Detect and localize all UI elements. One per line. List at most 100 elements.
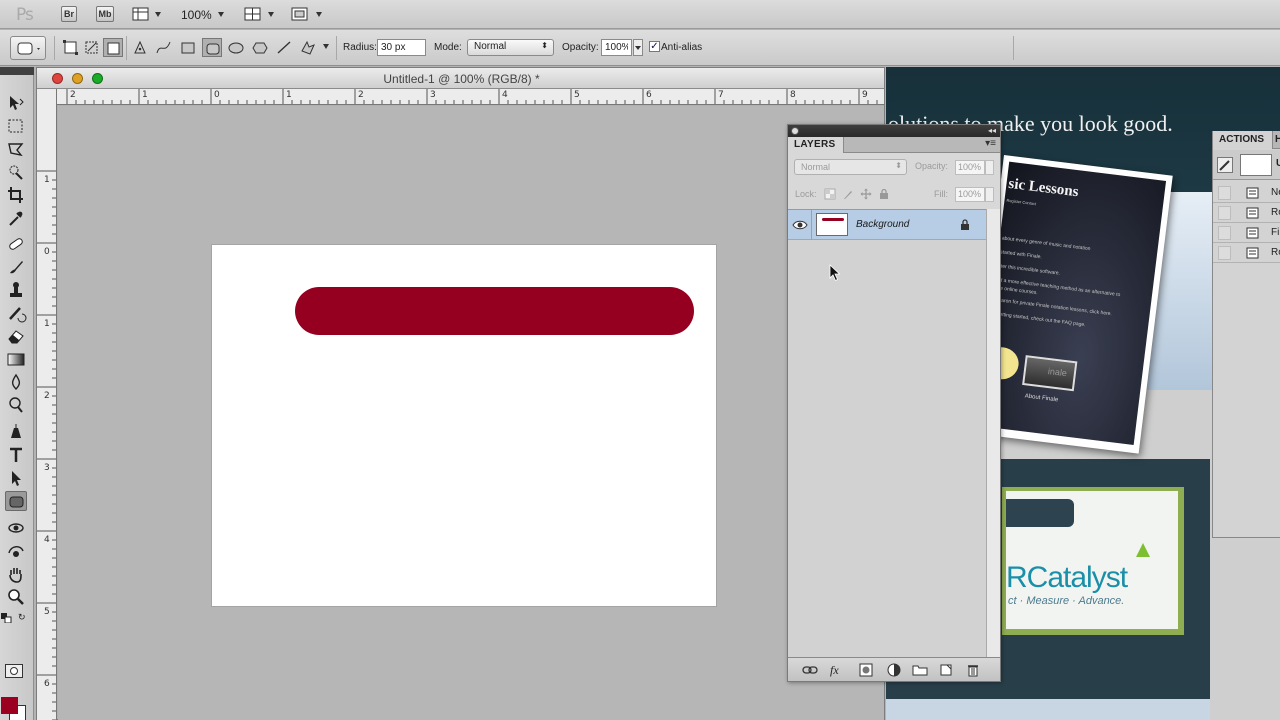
pen-tool-icon[interactable] — [5, 422, 27, 442]
layer-opacity-input[interactable]: 100% — [955, 160, 985, 175]
delete-layer-trash-icon[interactable] — [965, 663, 981, 677]
rounded-rectangle-shape[interactable] — [295, 287, 694, 335]
rounded-rectangle-option-icon[interactable] — [202, 38, 222, 57]
action-toggle-checkbox[interactable] — [1218, 246, 1231, 260]
view-extras-dropdown-icon[interactable] — [155, 12, 161, 17]
brush-tool-icon[interactable] — [5, 257, 27, 277]
eyedropper-tool-icon[interactable] — [5, 208, 27, 228]
swap-colors-icon[interactable]: ↻ — [18, 612, 28, 622]
dodge-tool-icon[interactable] — [5, 395, 27, 415]
brush-preset-icon[interactable] — [1217, 157, 1233, 173]
crop-tool-icon[interactable] — [5, 185, 27, 205]
default-colors-icon[interactable] — [1, 613, 13, 624]
layers-panel-titlebar[interactable]: ◂◂ — [788, 125, 1000, 137]
ellipse-option-icon[interactable] — [226, 38, 246, 57]
antialias-checkbox[interactable]: ✓ — [649, 41, 660, 52]
layer-thumbnail[interactable] — [816, 213, 848, 236]
canvas-area[interactable] — [58, 106, 884, 720]
mode-select[interactable]: Normal ⬍ — [467, 39, 554, 56]
new-group-folder-icon[interactable] — [912, 663, 928, 677]
hand-tool-icon[interactable] — [5, 564, 27, 584]
clone-stamp-tool-icon[interactable] — [5, 280, 27, 300]
layer-name[interactable]: Background — [856, 219, 909, 230]
document-canvas[interactable] — [212, 245, 716, 606]
lasso-tool-icon[interactable] — [5, 139, 27, 159]
fill-dropdown-icon[interactable] — [985, 187, 994, 202]
add-layer-mask-icon[interactable] — [858, 663, 874, 677]
polygon-option-icon[interactable] — [250, 38, 270, 57]
action-toggle-checkbox[interactable] — [1218, 226, 1231, 240]
screen-mode-icon[interactable] — [291, 6, 309, 22]
blend-mode-select[interactable]: Normal ⬍ — [794, 159, 907, 175]
3d-rotate-tool-icon[interactable] — [5, 518, 27, 538]
layer-visibility-eye-icon[interactable] — [792, 218, 808, 232]
tab-actions[interactable]: ACTIONS — [1213, 131, 1273, 149]
rounded-rectangle-tool-icon[interactable] — [5, 491, 27, 511]
custom-shape-option-icon[interactable] — [298, 38, 318, 57]
shape-options-dropdown-icon[interactable] — [323, 44, 329, 49]
move-tool-icon[interactable] — [5, 93, 27, 113]
marquee-tool-icon[interactable] — [5, 116, 27, 136]
screen-mode-dropdown-icon[interactable] — [316, 12, 322, 17]
lock-transparent-pixels-icon[interactable] — [824, 188, 836, 200]
view-extras-icon[interactable] — [132, 6, 150, 22]
lock-all-icon[interactable] — [878, 188, 890, 200]
tab-history[interactable]: H — [1275, 134, 1280, 145]
lock-image-pixels-icon[interactable] — [842, 188, 854, 200]
ruler-label: 6 — [646, 90, 652, 100]
history-brush-tool-icon[interactable] — [5, 303, 27, 323]
action-item[interactable]: Ro — [1213, 243, 1280, 263]
document-titlebar[interactable]: Untitled-1 @ 100% (RGB/8) * — [37, 68, 884, 89]
freeform-pen-option-icon[interactable] — [154, 38, 174, 57]
radius-input[interactable] — [377, 39, 426, 56]
arrange-documents-icon[interactable] — [244, 6, 262, 22]
line-option-icon[interactable] — [274, 38, 294, 57]
tools-panel-grip[interactable] — [0, 67, 34, 75]
foreground-color-swatch[interactable] — [1, 697, 18, 714]
paths-icon[interactable] — [82, 38, 102, 57]
pen-tool-option-icon[interactable] — [131, 38, 151, 57]
mini-bridge-button[interactable]: Mb — [96, 6, 114, 22]
opacity-dropdown-icon[interactable] — [633, 39, 643, 56]
link-layers-icon[interactable] — [802, 663, 818, 677]
zoom-dropdown-icon[interactable] — [218, 12, 224, 17]
collapse-panel-icon[interactable]: ◂◂ — [988, 126, 996, 135]
shape-layers-icon[interactable] — [61, 38, 81, 57]
panel-menu-icon[interactable]: ▾≡ — [985, 138, 996, 149]
action-toggle-checkbox[interactable] — [1218, 206, 1231, 220]
type-tool-icon[interactable] — [5, 445, 27, 465]
quick-mask-icon[interactable] — [5, 664, 23, 678]
lock-position-icon[interactable] — [860, 188, 872, 200]
close-panel-icon[interactable] — [791, 127, 799, 135]
healing-brush-tool-icon[interactable] — [5, 234, 27, 254]
fill-pixels-icon[interactable] — [103, 38, 123, 57]
tab-layers[interactable]: LAYERS — [788, 137, 844, 153]
adjustment-layer-icon[interactable] — [886, 663, 902, 677]
new-layer-icon[interactable] — [938, 663, 954, 677]
bridge-button[interactable]: Br — [61, 6, 77, 22]
eraser-tool-icon[interactable] — [5, 326, 27, 346]
zoom-level[interactable]: 100% — [181, 8, 212, 22]
path-selection-tool-icon[interactable] — [5, 468, 27, 488]
action-toggle-checkbox[interactable] — [1218, 186, 1231, 200]
3d-orbit-tool-icon[interactable] — [5, 541, 27, 561]
quick-selection-tool-icon[interactable] — [5, 162, 27, 182]
blur-tool-icon[interactable] — [5, 372, 27, 392]
action-item[interactable]: Ro — [1213, 203, 1280, 223]
arrange-dropdown-icon[interactable] — [268, 12, 274, 17]
gradient-tool-icon[interactable] — [5, 349, 27, 369]
action-item[interactable]: Ne — [1213, 183, 1280, 203]
layers-scrollbar[interactable] — [986, 209, 1000, 657]
layer-row-background[interactable]: Background — [788, 210, 986, 240]
rectangle-option-icon[interactable] — [178, 38, 198, 57]
layer-style-fx-icon[interactable]: fx — [830, 663, 846, 677]
action-item[interactable]: Fil — [1213, 223, 1280, 243]
preset-swatch[interactable] — [1240, 154, 1272, 176]
zoom-tool-icon[interactable] — [5, 587, 27, 607]
fill-input[interactable]: 100% — [955, 187, 985, 202]
horizontal-ruler[interactable]: 2 1 0 1 2 3 4 5 6 7 8 9 — [57, 89, 884, 105]
tool-preset-picker[interactable] — [10, 36, 46, 60]
layer-opacity-dropdown-icon[interactable] — [985, 160, 994, 175]
vertical-ruler[interactable]: 1 0 1 2 3 4 5 6 — [37, 89, 57, 720]
opacity-input[interactable] — [601, 39, 632, 56]
